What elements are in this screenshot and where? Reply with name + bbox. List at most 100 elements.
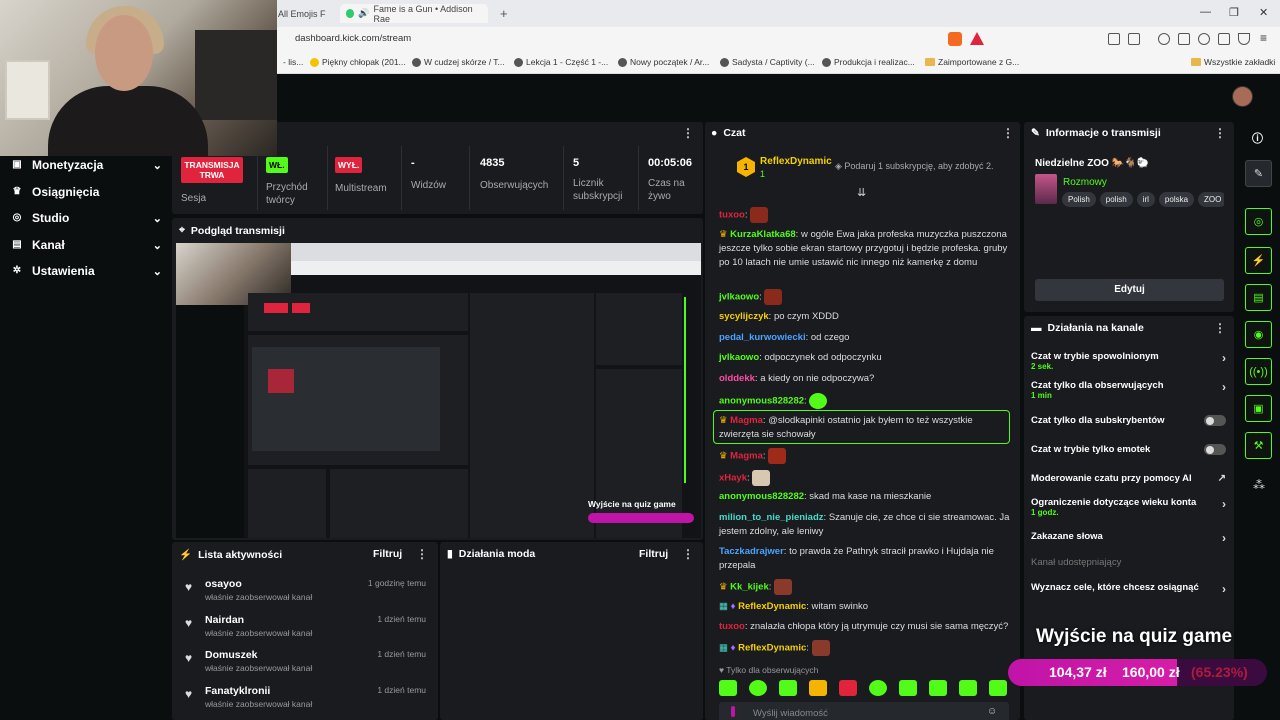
chat-username[interactable]: anonymous828282: [719, 396, 804, 407]
close-window-button[interactable]: ✕: [1259, 6, 1268, 19]
music-icon[interactable]: [1158, 33, 1170, 45]
chat-username[interactable]: pedal_kurwowiecki: [719, 332, 806, 343]
emote-only-toggle[interactable]: [1204, 444, 1226, 455]
sidebar-item-settings[interactable]: ✲ Ustawienia ⌄: [12, 261, 162, 281]
chat-username[interactable]: jvlkaowo: [719, 352, 759, 363]
pip-icon[interactable]: [1128, 33, 1140, 45]
pinned-user[interactable]: ReflexDynamic: [760, 156, 832, 167]
lightning-icon[interactable]: ⚡: [1245, 247, 1272, 274]
broadcast-icon[interactable]: ((•)): [1245, 358, 1272, 385]
sidebar-item-studio[interactable]: ◎ Studio ⌄: [12, 208, 162, 228]
user-avatar[interactable]: [1232, 86, 1253, 107]
minimize-button[interactable]: —: [1200, 6, 1211, 18]
browser-tab[interactable]: All Emojis F: [278, 4, 326, 23]
gift-sub-text[interactable]: ◈ Podaruj 1 subskrypcję, aby zdobyć 2.: [835, 161, 994, 172]
activity-user[interactable]: Fanatyklronii: [205, 685, 270, 697]
collapse-icon[interactable]: ⇊: [857, 186, 866, 199]
chat-username[interactable]: ReflexDynamic: [738, 601, 806, 612]
new-tab-button[interactable]: +: [500, 6, 508, 21]
chat-input[interactable]: Wyślij wiadomość ☺: [719, 702, 1009, 720]
emote-icon[interactable]: [899, 680, 917, 696]
info-icon[interactable]: ⓘ: [1252, 130, 1263, 146]
activity-user[interactable]: osayoo: [205, 578, 242, 590]
mod-filter-button[interactable]: Filtruj: [639, 548, 668, 560]
goals-setting[interactable]: Wyznacz cele, które chcesz osiągnąć ›: [1031, 582, 1226, 596]
brave-rewards-icon[interactable]: [970, 32, 984, 45]
leo-icon[interactable]: [1198, 33, 1210, 45]
chat-username[interactable]: tuxoo: [719, 621, 745, 632]
stream-preview-video[interactable]: Wyjście na quiz game: [176, 243, 701, 538]
chat-username[interactable]: milion_to_nie_pieniadz: [719, 512, 824, 523]
bookmark-item[interactable]: W cudzej skórze / T...: [412, 57, 505, 67]
sidebar-item-achievements[interactable]: ♛ Osiągnięcia: [12, 182, 162, 202]
account-age-setting[interactable]: Ograniczenie dotyczące wieku konta 1 godz…: [1031, 497, 1226, 517]
bookmark-item[interactable]: Nowy początek / Ar...: [618, 57, 709, 67]
more-options-icon[interactable]: ⋮: [682, 126, 694, 140]
maximize-button[interactable]: ❐: [1229, 6, 1239, 19]
more-options-icon[interactable]: ⋮: [1214, 126, 1226, 140]
activity-filter-button[interactable]: Filtruj: [373, 548, 402, 560]
more-options-icon[interactable]: ⋮: [1002, 126, 1014, 140]
chat-username[interactable]: xHayk: [719, 473, 747, 484]
bookmark-folder[interactable]: Wszystkie zakładki: [1191, 57, 1275, 67]
bookmark-item[interactable]: Sadysta / Captivity (...: [720, 57, 815, 67]
activity-user[interactable]: Nairdan: [205, 614, 244, 626]
emote-icon[interactable]: [839, 680, 857, 696]
emoji-icon[interactable]: ☺: [987, 706, 997, 717]
chat-username[interactable]: anonymous828282: [719, 491, 804, 502]
subs-only-toggle[interactable]: [1204, 415, 1226, 426]
brave-shield-icon[interactable]: [948, 32, 962, 46]
sidebar-item-monetization[interactable]: ▣ Monetyzacja ⌄: [12, 155, 162, 175]
sidebar-item-channel[interactable]: ▤ Kanał ⌄: [12, 235, 162, 255]
chat-username[interactable]: jvlkaowo: [719, 292, 759, 303]
activity-user[interactable]: Domuszek: [205, 649, 258, 661]
chat-username[interactable]: Magma: [730, 415, 763, 426]
emote-icon[interactable]: [779, 680, 797, 696]
emote-icon[interactable]: [809, 680, 827, 696]
ai-moderation-setting[interactable]: Moderowanie czatu przy pomocy AI ↗: [1031, 473, 1226, 484]
chat-username[interactable]: ReflexDynamic: [738, 643, 806, 654]
chat-username[interactable]: Magma: [730, 451, 763, 462]
emote-icon: [768, 448, 787, 464]
bookmark-folder[interactable]: Zaimportowane z G...: [925, 57, 1019, 67]
layout-icon[interactable]: ▣: [1245, 395, 1272, 422]
chat-username[interactable]: Kk_kijek: [730, 582, 769, 593]
emote-icon[interactable]: [929, 680, 947, 696]
chat-username[interactable]: tuxoo: [719, 210, 745, 221]
emote-icon[interactable]: [989, 680, 1007, 696]
emote-icon[interactable]: [719, 680, 737, 696]
emote-icon[interactable]: [749, 680, 767, 696]
chat-icon[interactable]: ◉: [1245, 321, 1272, 348]
chat-username[interactable]: sycylijczyk: [719, 311, 769, 322]
more-options-icon[interactable]: ⋮: [682, 547, 694, 561]
url-field[interactable]: dashboard.kick.com/stream: [295, 33, 411, 44]
menu-icon[interactable]: ≡: [1260, 31, 1267, 45]
bookmark-item[interactable]: Piękny chłopak (201...: [310, 57, 406, 67]
mic-icon[interactable]: [731, 706, 735, 717]
banned-words-setting[interactable]: Zakazane słowa ›: [1031, 531, 1226, 545]
chat-username[interactable]: KurzaKlatka68: [730, 229, 795, 240]
bookmark-item[interactable]: Lekcja 1 - Część 1 -...: [514, 57, 608, 67]
camera-target-icon[interactable]: ◎: [1245, 208, 1272, 235]
chat-username[interactable]: Taczkadrajwer: [719, 546, 784, 557]
slow-mode-setting[interactable]: Czat w trybie spowolnionym 2 sek. ›: [1031, 351, 1226, 371]
bookmark-item[interactable]: Produkcja i realizac...: [822, 57, 915, 67]
emote-icon[interactable]: [959, 680, 977, 696]
wrench-icon[interactable]: ⚒: [1245, 432, 1272, 459]
more-options-icon[interactable]: ⋮: [1214, 321, 1226, 335]
category-name[interactable]: Rozmowy: [1063, 177, 1107, 188]
apps-icon[interactable]: ⁂: [1253, 478, 1265, 492]
followers-only-setting[interactable]: Czat tylko dla obserwujących 1 min ›: [1031, 380, 1226, 400]
extensions-icon[interactable]: [1108, 33, 1120, 45]
vpn-shield-icon[interactable]: [1238, 33, 1250, 45]
pencil-icon[interactable]: ✎: [1245, 160, 1272, 187]
more-options-icon[interactable]: ⋮: [416, 547, 428, 561]
wallet-icon[interactable]: [1218, 33, 1230, 45]
bookmark-item[interactable]: - lis...: [283, 57, 303, 67]
edit-button[interactable]: Edytuj: [1035, 279, 1224, 301]
sidebar-icon[interactable]: [1178, 33, 1190, 45]
chat-username[interactable]: olddekk: [719, 373, 755, 384]
clipboard-icon[interactable]: ▤: [1245, 284, 1272, 311]
emote-icon[interactable]: [869, 680, 887, 696]
browser-tab-active[interactable]: 🔊 Fame is a Gun • Addison Rae: [340, 4, 488, 24]
